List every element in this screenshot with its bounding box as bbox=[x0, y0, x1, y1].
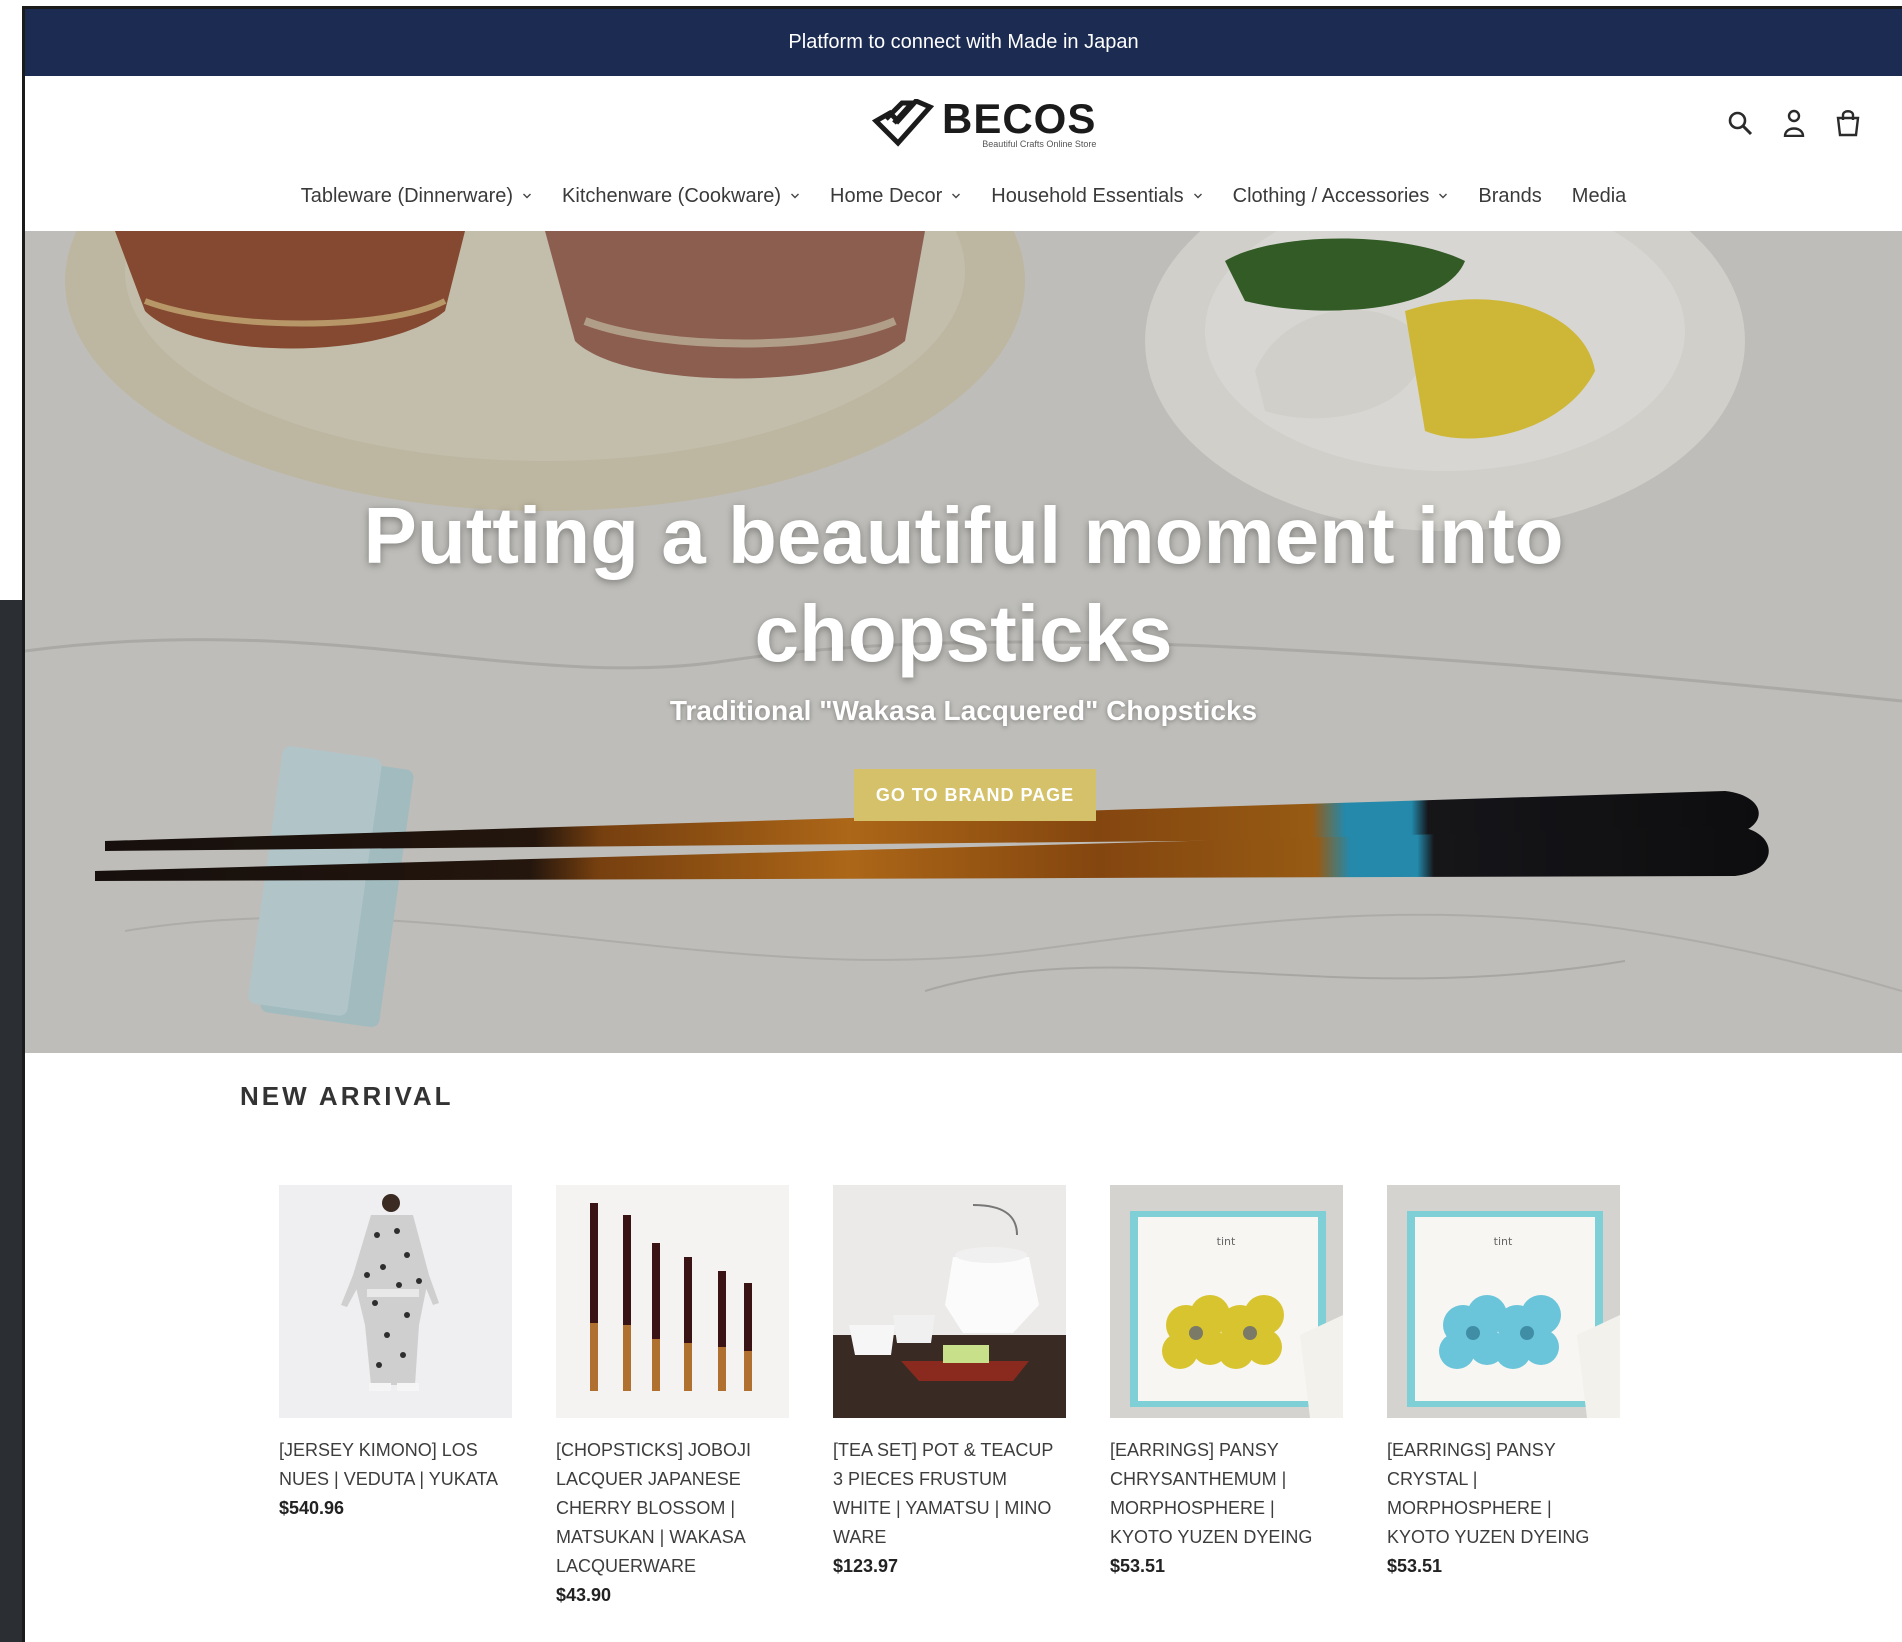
product-card[interactable]: tint [EARRINGS] PANSY CRYSTAL | MORPHOSP… bbox=[1387, 1185, 1620, 1610]
chevron-down-icon bbox=[1439, 193, 1448, 199]
section-title: NEW ARRIVAL bbox=[240, 1081, 454, 1111]
hero-title-line: chopsticks bbox=[754, 589, 1173, 678]
nav-item-label: Media bbox=[1571, 184, 1627, 207]
background-panel bbox=[0, 600, 24, 1642]
product-image[interactable]: tint bbox=[1387, 1185, 1620, 1418]
product-card[interactable]: tint [EARRINGS] PANSY CHRYSANTHEMUM | MO… bbox=[1110, 1185, 1343, 1610]
product-price: $53.51 bbox=[1110, 1556, 1166, 1576]
nav-item-household[interactable]: Household Essentials bbox=[991, 185, 1202, 208]
product-name-line: KYOTO YUZEN DYEING bbox=[1110, 1527, 1313, 1547]
product-card[interactable]: [TEA SET] POT & TEACUP 3 PIECES FRUSTUM … bbox=[833, 1185, 1066, 1610]
announcement-text: Platform to connect with Made in Japan bbox=[788, 31, 1139, 53]
chevron-down-icon bbox=[1193, 193, 1202, 199]
main-nav: Tableware (Dinnerware) Kitchenware (Cook… bbox=[25, 176, 1902, 216]
nav-item-label: Kitchenware (Cookware) bbox=[562, 184, 782, 207]
chevron-down-icon bbox=[952, 193, 961, 199]
nav-item-label: Brands bbox=[1478, 184, 1542, 207]
nav-item-tableware[interactable]: Tableware (Dinnerware) bbox=[301, 185, 532, 208]
cart-icon[interactable] bbox=[1834, 108, 1862, 138]
site-header: BECOS Beautiful Crafts Online Store Tabl… bbox=[25, 76, 1902, 231]
nav-item-home-decor[interactable]: Home Decor bbox=[830, 185, 961, 208]
product-name-line: [CHOPSTICKS] JOBOJI bbox=[556, 1440, 752, 1460]
nav-item-kitchenware[interactable]: Kitchenware (Cookware) bbox=[562, 185, 800, 208]
product-image[interactable]: tint bbox=[1110, 1185, 1343, 1418]
product-name-line: LACQUER JAPANESE bbox=[556, 1469, 741, 1489]
nav-item-label: Tableware (Dinnerware) bbox=[300, 184, 514, 207]
becos-logo-icon bbox=[872, 99, 934, 147]
hero-subtitle: Traditional "Wakasa Lacquered" Chopstick… bbox=[669, 695, 1258, 726]
search-icon[interactable] bbox=[1726, 108, 1754, 138]
product-name-line: KYOTO YUZEN DYEING bbox=[1387, 1527, 1590, 1547]
hero-title-line: Putting a beautiful moment into bbox=[363, 491, 1564, 580]
earrings-yellow-photo: tint bbox=[1110, 1185, 1343, 1418]
tea-set-photo bbox=[833, 1185, 1066, 1418]
product-name-line: CRYSTAL | bbox=[1387, 1469, 1478, 1489]
hero-banner[interactable]: Putting a beautiful moment into chopstic… bbox=[25, 231, 1902, 1053]
product-price: $43.90 bbox=[556, 1585, 612, 1605]
logo-tagline: Beautiful Crafts Online Store bbox=[982, 139, 1097, 149]
product-name-line: CHRYSANTHEMUM | bbox=[1110, 1469, 1287, 1489]
hero-title: Putting a beautiful moment into chopstic… bbox=[25, 487, 1902, 683]
box-label: tint bbox=[1494, 1235, 1513, 1248]
product-price: $123.97 bbox=[833, 1556, 899, 1576]
nav-item-label: Clothing / Accessories bbox=[1232, 184, 1430, 207]
chevron-down-icon bbox=[523, 193, 532, 199]
product-name-line: MORPHOSPHERE | bbox=[1110, 1498, 1275, 1518]
nav-item-media[interactable]: Media bbox=[1572, 185, 1626, 208]
chopsticks-photo bbox=[556, 1185, 789, 1418]
product-name-line: WHITE | YAMATSU | MINO bbox=[833, 1498, 1052, 1518]
product-name-line: CHERRY BLOSSOM | bbox=[556, 1498, 736, 1518]
kimono-photo bbox=[279, 1185, 512, 1418]
logo-name: BECOS bbox=[942, 95, 1097, 142]
product-name-line: NUES | VEDUTA | YUKATA bbox=[279, 1469, 499, 1489]
product-name[interactable]: [EARRINGS] PANSY CRYSTAL | MORPHOSPHERE … bbox=[1387, 1436, 1620, 1552]
product-name-line: [EARRINGS] PANSY bbox=[1387, 1440, 1556, 1460]
nav-item-brands[interactable]: Brands bbox=[1478, 185, 1541, 208]
product-image[interactable] bbox=[833, 1185, 1066, 1418]
product-name-line: LACQUERWARE bbox=[556, 1556, 697, 1576]
product-image[interactable] bbox=[279, 1185, 512, 1418]
product-name-line: [TEA SET] POT & TEACUP bbox=[833, 1440, 1054, 1460]
product-card[interactable]: [CHOPSTICKS] JOBOJI LACQUER JAPANESE CHE… bbox=[556, 1185, 789, 1610]
product-name-line: MORPHOSPHERE | bbox=[1387, 1498, 1552, 1518]
nav-item-label: Household Essentials bbox=[991, 184, 1184, 207]
product-name[interactable]: [CHOPSTICKS] JOBOJI LACQUER JAPANESE CHE… bbox=[556, 1436, 789, 1581]
box-label: tint bbox=[1217, 1235, 1236, 1248]
earrings-blue-photo: tint bbox=[1387, 1185, 1620, 1418]
product-name[interactable]: [TEA SET] POT & TEACUP 3 PIECES FRUSTUM … bbox=[833, 1436, 1066, 1552]
nav-item-clothing[interactable]: Clothing / Accessories bbox=[1233, 185, 1449, 208]
account-icon[interactable] bbox=[1780, 108, 1808, 138]
header-icons bbox=[1726, 108, 1862, 138]
nav-item-label: Home Decor bbox=[830, 184, 943, 207]
product-name-line: WARE bbox=[833, 1527, 887, 1547]
product-name-line: 3 PIECES FRUSTUM bbox=[833, 1469, 1008, 1489]
page: Platform to connect with Made in Japan B… bbox=[25, 9, 1902, 1642]
product-name[interactable]: [JERSEY KIMONO] LOS NUES | VEDUTA | YUKA… bbox=[279, 1436, 512, 1494]
product-name[interactable]: [EARRINGS] PANSY CHRYSANTHEMUM | MORPHOS… bbox=[1110, 1436, 1343, 1552]
product-name-line: MATSUKAN | WAKASA bbox=[556, 1527, 746, 1547]
product-grid: [JERSEY KIMONO] LOS NUES | VEDUTA | YUKA… bbox=[279, 1185, 1664, 1610]
product-name-line: [JERSEY KIMONO] LOS bbox=[279, 1440, 478, 1460]
chevron-down-icon bbox=[791, 193, 800, 199]
announcement-bar: Platform to connect with Made in Japan bbox=[25, 9, 1902, 76]
go-to-brand-page-button[interactable]: GO TO BRAND PAGE bbox=[854, 769, 1096, 821]
product-name-line: [EARRINGS] PANSY bbox=[1110, 1440, 1279, 1460]
logo[interactable]: BECOS Beautiful Crafts Online Store bbox=[872, 96, 1102, 152]
product-image[interactable] bbox=[556, 1185, 789, 1418]
product-price: $540.96 bbox=[279, 1498, 345, 1518]
product-price: $53.51 bbox=[1387, 1556, 1443, 1576]
product-card[interactable]: [JERSEY KIMONO] LOS NUES | VEDUTA | YUKA… bbox=[279, 1185, 512, 1610]
